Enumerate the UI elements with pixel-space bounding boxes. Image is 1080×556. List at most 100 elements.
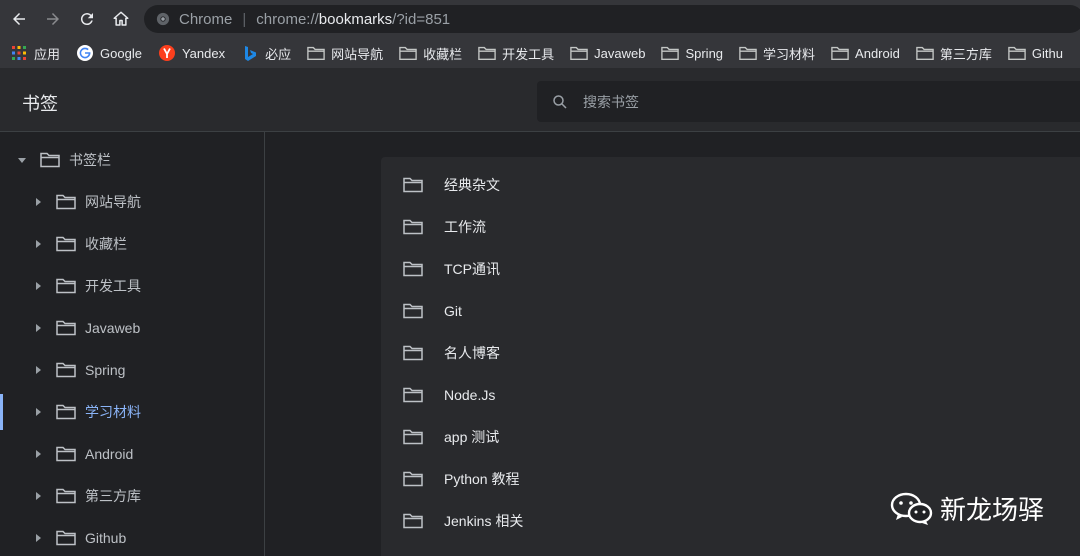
folder-icon — [40, 152, 60, 168]
arrow-left-icon — [13, 13, 25, 25]
watermark-text: 新龙场驿 — [940, 495, 1045, 525]
list-item-label: 经典杂文 — [444, 177, 500, 193]
bookmark-yandex[interactable]: Yandex — [158, 44, 225, 62]
bookmark-label: Spring — [685, 45, 724, 61]
bookmark-label: 必应 — [265, 46, 292, 62]
tree-item-label: Spring — [85, 362, 126, 378]
collapsed-arrow-icon[interactable] — [33, 197, 43, 207]
collapsed-arrow-icon[interactable] — [33, 491, 43, 501]
tree-item-label: 开发工具 — [85, 278, 141, 294]
home-icon — [113, 11, 129, 26]
bookmark-google[interactable]: Google — [76, 44, 142, 62]
omnibox-separator: | — [242, 10, 247, 28]
bookmark-folder-thirdparty[interactable]: 第三方库 — [916, 44, 992, 63]
folder-icon — [403, 513, 423, 529]
bookmark-label: 收藏栏 — [423, 46, 463, 62]
home-button[interactable] — [104, 2, 138, 36]
bookmark-folder-learning[interactable]: 学习材料 — [739, 44, 815, 63]
tree-item-devtools[interactable]: 开发工具 — [0, 268, 264, 304]
bookmark-label: Google — [100, 45, 142, 61]
search-box[interactable] — [537, 81, 1080, 122]
collapsed-arrow-icon[interactable] — [33, 239, 43, 249]
bookmark-label: 网站导航 — [331, 46, 384, 62]
tree-item-label: 网站导航 — [85, 194, 141, 210]
reload-button[interactable] — [70, 2, 104, 36]
list-item-label: 名人博客 — [444, 345, 500, 361]
list-item-label: 工作流 — [444, 219, 486, 235]
google-icon — [77, 45, 94, 61]
folder-icon — [56, 320, 76, 336]
collapsed-arrow-icon[interactable] — [33, 281, 43, 291]
bookmark-label: Android — [855, 45, 900, 61]
list-item-label: Jenkins 相关 — [444, 513, 524, 529]
folder-icon — [403, 219, 423, 235]
bookmark-folder-android[interactable]: Android — [831, 44, 900, 62]
expand-arrow-icon[interactable] — [17, 155, 27, 165]
tree-item-label: Javaweb — [85, 320, 141, 336]
bookmark-label: Javaweb — [594, 45, 646, 61]
collapsed-arrow-icon[interactable] — [33, 533, 43, 543]
folder-icon — [403, 345, 423, 361]
list-item[interactable]: Node.Js — [381, 374, 1080, 416]
collapsed-arrow-icon[interactable] — [33, 407, 43, 417]
collapsed-arrow-icon[interactable] — [33, 365, 43, 375]
tree-item-thirdparty[interactable]: 第三方库 — [0, 478, 264, 514]
bookmark-folder-favorites[interactable]: 收藏栏 — [399, 44, 462, 63]
list-item[interactable]: 经典杂文 — [381, 164, 1080, 206]
folder-icon — [831, 46, 849, 60]
bookmark-folder-spring[interactable]: Spring — [661, 44, 723, 62]
folder-icon — [56, 404, 76, 420]
list-item[interactable]: Git — [381, 290, 1080, 332]
tree-item-spring[interactable]: Spring — [0, 352, 264, 388]
tree-item-nav[interactable]: 网站导航 — [0, 184, 264, 220]
tree-item-github[interactable]: Github — [0, 520, 264, 556]
folder-icon — [56, 236, 76, 252]
tree-item-javaweb[interactable]: Javaweb — [0, 310, 264, 346]
list-item-label: TCP通讯 — [444, 261, 500, 277]
tree-item-root[interactable]: 书签栏 — [0, 142, 264, 178]
list-item-label: Git — [444, 303, 462, 319]
bookmark-apps[interactable]: 应用 — [10, 44, 60, 63]
bookmark-label: Yandex — [181, 45, 226, 61]
folder-icon — [403, 303, 423, 319]
bookmarks-header: 书签 — [0, 68, 1080, 132]
tree-item-label: 书签栏 — [69, 152, 111, 168]
folder-icon — [403, 429, 423, 445]
watermark: 新龙场驿 — [890, 490, 1044, 527]
bookmark-folder-github[interactable]: Githu — [1008, 44, 1063, 62]
list-item[interactable]: 名人博客 — [381, 332, 1080, 374]
omnibox-origin: Chrome — [179, 10, 233, 28]
address-bar[interactable]: Chrome | chrome://bookmarks/?id=851 — [144, 5, 1080, 33]
tree-item-label: 第三方库 — [85, 488, 141, 504]
search-input[interactable] — [583, 93, 1063, 110]
page-title: 书签 — [22, 94, 58, 114]
back-button[interactable] — [2, 2, 36, 36]
folder-icon — [56, 530, 76, 546]
list-item[interactable]: TCP通讯 — [381, 248, 1080, 290]
tree-item-favorites[interactable]: 收藏栏 — [0, 226, 264, 262]
folder-icon — [478, 46, 496, 60]
collapsed-arrow-icon[interactable] — [33, 449, 43, 459]
tree-item-label: Android — [85, 446, 134, 462]
bookmark-folder-javaweb[interactable]: Javaweb — [570, 44, 645, 62]
folder-icon — [307, 46, 325, 60]
tree-item-android[interactable]: Android — [0, 436, 264, 472]
list-item[interactable]: app 测试 — [381, 416, 1080, 458]
bookmark-bing[interactable]: 必应 — [241, 44, 291, 63]
bookmark-folder-nav[interactable]: 网站导航 — [307, 44, 383, 63]
url-host: bookmarks — [318, 10, 393, 28]
tree-item-label: Github — [85, 530, 127, 546]
list-item[interactable]: 工作流 — [381, 206, 1080, 248]
tree-item-label: 收藏栏 — [85, 236, 127, 252]
arrow-right-icon — [47, 13, 59, 25]
tree-item-learning[interactable]: 学习材料 — [0, 394, 264, 430]
folder-icon — [403, 387, 423, 403]
forward-button[interactable] — [36, 2, 70, 36]
list-item-label: app 测试 — [444, 429, 500, 445]
folder-icon — [739, 46, 757, 60]
bookmark-folder-devtools[interactable]: 开发工具 — [478, 44, 554, 63]
folder-icon — [56, 194, 76, 210]
folder-icon — [56, 278, 76, 294]
search-icon — [553, 94, 567, 109]
collapsed-arrow-icon[interactable] — [33, 323, 43, 333]
